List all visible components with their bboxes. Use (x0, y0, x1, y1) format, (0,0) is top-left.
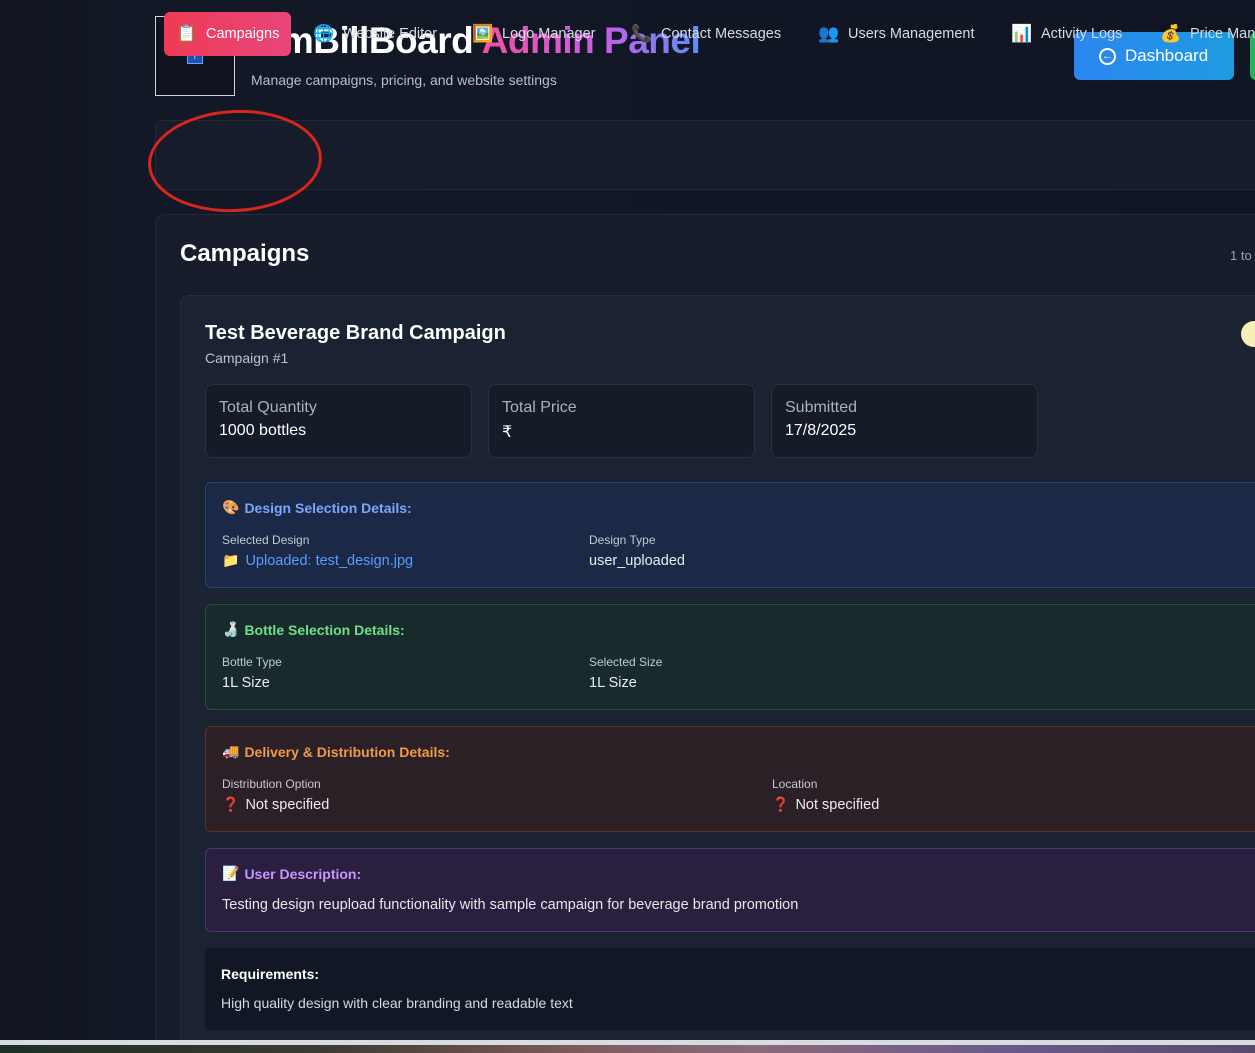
palette-icon: 🎨 (222, 500, 240, 516)
tab-website-editor[interactable]: 🌐 Website Editor (313, 12, 437, 56)
tab-label: Users Management (848, 26, 975, 42)
field-value: 1L Size (222, 675, 270, 691)
location-field: Location ❓ Not specified (772, 777, 879, 813)
field-value-text: Not specified (795, 797, 880, 813)
field-label: Location (772, 777, 818, 791)
field-value: 📁 Uploaded: test_design.jpg (222, 553, 413, 569)
user-description-section: 📝 User Description: Testing design reupl… (205, 848, 1255, 932)
requirements-text: High quality design with clear branding … (221, 995, 573, 1011)
stat-submitted: Submitted 17/8/2025 (771, 384, 1038, 458)
delivery-section: 🚚 Delivery & Distribution Details: Distr… (205, 726, 1255, 832)
design-heading-text: Design Selection Details: (244, 500, 412, 516)
stat-total-quantity: Total Quantity 1000 bottles (205, 384, 472, 458)
memo-icon: 📝 (222, 866, 240, 882)
money-bag-icon: 💰 (1160, 24, 1182, 44)
field-label: Selected Size (589, 655, 663, 669)
stat-value: 1000 bottles (219, 422, 307, 439)
tab-label: Contact Messages (661, 26, 782, 42)
question-mark-icon: ❓ (222, 797, 240, 813)
picture-icon: 🖼️ (472, 24, 494, 44)
section-title: Campaigns (180, 240, 310, 267)
users-icon: 👥 (818, 24, 840, 44)
campaign-count: 1 to (1230, 248, 1252, 263)
bottle-icon: 🍶 (222, 622, 240, 638)
tab-label: Campaigns (206, 26, 280, 42)
stat-label: Submitted (785, 399, 858, 416)
bottle-selection-section: 🍶 Bottle Selection Details: Bottle Type … (205, 604, 1255, 710)
delivery-section-heading: 🚚 Delivery & Distribution Details: (222, 744, 450, 760)
clipboard-icon: 📋 (176, 24, 198, 44)
tab-activity-logs[interactable]: 📊 Activity Logs (1011, 12, 1122, 56)
tab-label: Price Man (1190, 26, 1255, 42)
selected-size-field: Selected Size 1L Size (589, 655, 662, 691)
globe-icon: 🌐 (313, 24, 335, 44)
folder-icon: 📁 (222, 553, 240, 569)
stat-value: 17/8/2025 (785, 422, 857, 439)
delivery-heading-text: Delivery & Distribution Details: (244, 744, 450, 760)
tab-campaigns[interactable]: 📋 Campaigns (164, 12, 292, 56)
stat-value: ₹ (502, 424, 513, 441)
field-label: Distribution Option (222, 777, 321, 791)
selected-design-field: Selected Design 📁 Uploaded: test_design.… (222, 533, 413, 569)
design-section-heading: 🎨 Design Selection Details: (222, 500, 412, 516)
stat-label: Total Quantity (219, 399, 317, 416)
field-value: user_uploaded (589, 553, 685, 569)
bottle-heading-text: Bottle Selection Details: (244, 622, 405, 638)
campaign-title: Test Beverage Brand Campaign (205, 322, 506, 344)
design-type-field: Design Type user_uploaded (589, 533, 685, 569)
user-description-heading: 📝 User Description: (222, 866, 361, 882)
tab-price-manager[interactable]: 💰 Price Man (1160, 12, 1255, 56)
field-value: ❓ Not specified (222, 797, 329, 813)
field-value: 1L Size (589, 675, 637, 691)
question-mark-icon: ❓ (772, 797, 790, 813)
field-label: Selected Design (222, 533, 310, 547)
campaign-number: Campaign #1 (205, 350, 289, 366)
tab-contact-messages[interactable]: 📞 Contact Messages (631, 12, 781, 56)
design-selection-section: 🎨 Design Selection Details: Selected Des… (205, 482, 1255, 588)
bottle-type-field: Bottle Type 1L Size (222, 655, 282, 691)
page-subtitle: Manage campaigns, pricing, and website s… (251, 72, 557, 88)
uploaded-design-link[interactable]: Uploaded: test_design.jpg (245, 553, 413, 569)
tab-label: Logo Manager (502, 26, 596, 42)
field-label: Design Type (589, 533, 656, 547)
distribution-option-field: Distribution Option ❓ Not specified (222, 777, 329, 813)
tab-label: Activity Logs (1041, 26, 1123, 42)
user-description-heading-text: User Description: (244, 866, 362, 882)
field-value-text: Not specified (245, 797, 330, 813)
tab-label: Website Editor (343, 26, 438, 42)
stat-label: Total Price (502, 399, 577, 416)
requirements-section: Requirements: High quality design with c… (205, 948, 1255, 1030)
tab-logo-manager[interactable]: 🖼️ Logo Manager (472, 12, 596, 56)
requirements-heading: Requirements: (221, 966, 320, 982)
bottle-section-heading: 🍶 Bottle Selection Details: (222, 622, 405, 638)
tab-users-management[interactable]: 👥 Users Management (818, 12, 975, 56)
admin-page: ? IamBillBoard Admin Panel Manage campai… (0, 0, 1255, 1053)
field-value: ❓ Not specified (772, 797, 879, 813)
stat-total-price: Total Price ₹ (488, 384, 755, 458)
bottom-window-edge (0, 1040, 1255, 1053)
truck-icon: 🚚 (222, 744, 240, 760)
phone-icon: 📞 (631, 24, 653, 44)
bar-chart-icon: 📊 (1011, 24, 1033, 44)
user-description-text: Testing design reupload functionality wi… (222, 897, 799, 913)
bottom-divider (0, 1040, 1255, 1045)
field-label: Bottle Type (222, 655, 282, 669)
